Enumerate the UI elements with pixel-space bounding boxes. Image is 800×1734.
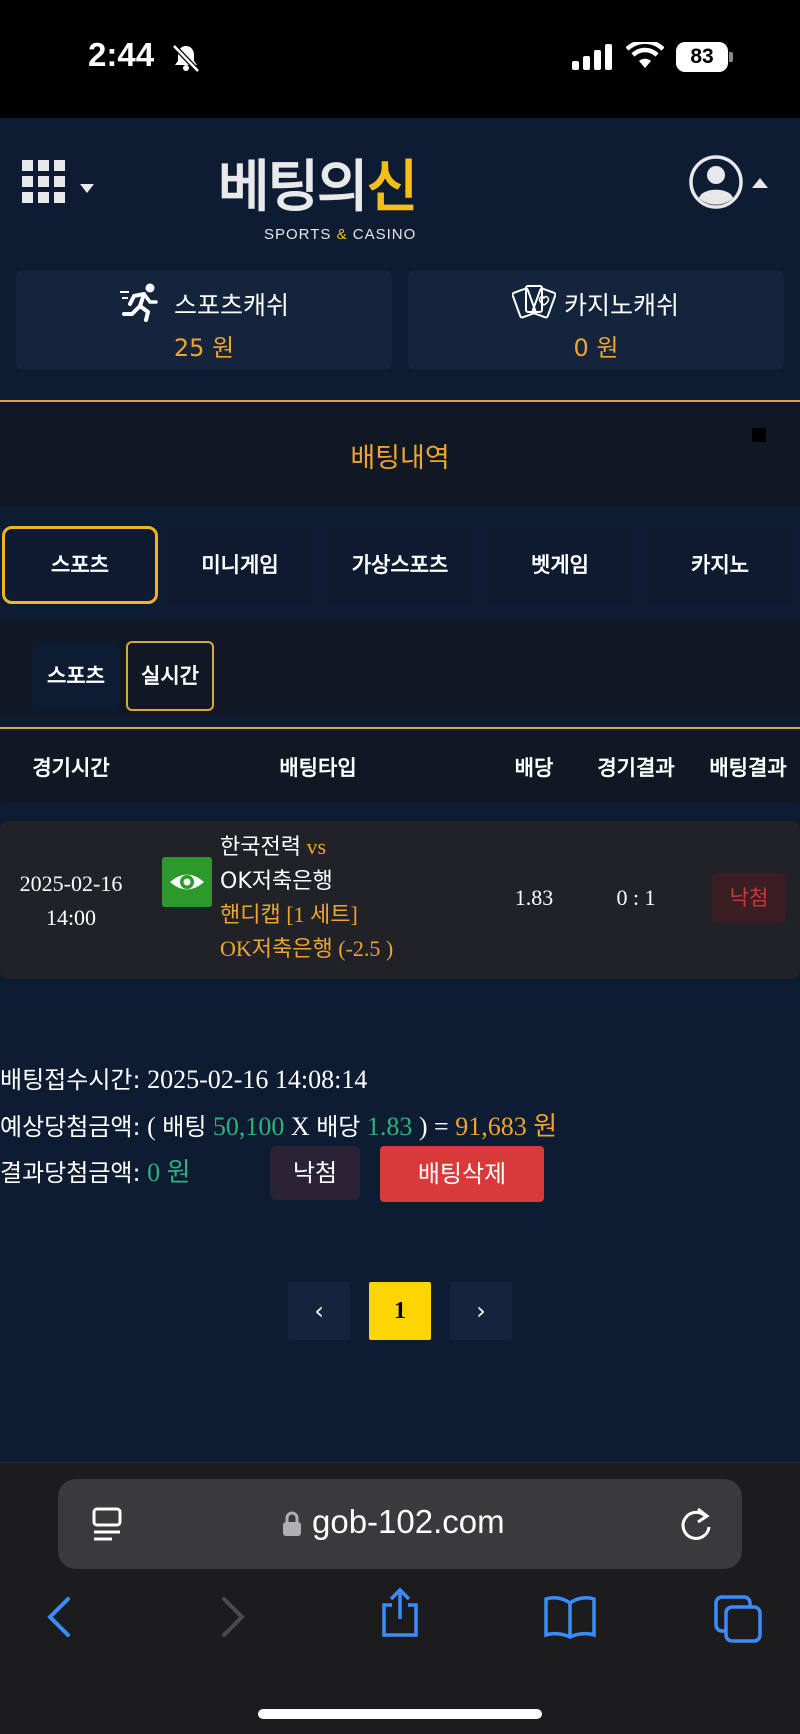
chevron-down-icon[interactable] <box>80 184 94 193</box>
battery-indicator: 83 <box>676 42 728 72</box>
subtab-sports[interactable]: 스포츠 <box>32 641 120 711</box>
bet-teams: 한국전력 vs <box>220 834 327 860</box>
title-bar: 배팅내역 <box>0 402 800 506</box>
casino-cash-box: 카지노캐쉬 0 원 <box>408 270 784 370</box>
share-icon[interactable] <box>378 1587 422 1639</box>
reader-icon[interactable] <box>92 1507 126 1543</box>
row-score: 0 : 1 <box>616 885 656 910</box>
lose-button[interactable]: 낙첨 <box>270 1146 360 1200</box>
page-title: 배팅내역 <box>350 443 450 474</box>
bet-time-line: 배팅접수시간: 2025-02-16 14:08:14 <box>0 1065 368 1094</box>
col-header-match-time: 경기시간 <box>32 756 110 780</box>
playing-cards-icon <box>512 285 556 319</box>
table-row: 2025-02-16 14:00 한국전력 vs OK저축은행 핸디캡 [1 세… <box>0 821 800 979</box>
col-header-odds: 배당 <box>514 756 554 780</box>
eye-icon[interactable] <box>162 857 212 907</box>
logo-wordmark: 베팅의신 <box>218 155 418 220</box>
apps-grid-icon[interactable] <box>22 160 66 204</box>
bet-away-team: OK저축은행 <box>220 869 333 894</box>
tab-virtual-sports[interactable]: 가상스포츠 <box>322 526 478 604</box>
tabs-icon[interactable] <box>714 1595 762 1643</box>
forward-icon[interactable] <box>218 1595 248 1639</box>
current-page[interactable]: 1 <box>369 1282 431 1340</box>
logo-tagline: SPORTS & CASINO <box>264 226 417 243</box>
wifi-icon <box>626 42 664 68</box>
user-avatar-icon[interactable] <box>688 154 744 210</box>
prev-page-button[interactable]: ‹ <box>288 1282 350 1340</box>
browser-toolbar: gob-102.com <box>0 1462 800 1734</box>
col-header-bet-type: 배팅타입 <box>279 756 357 780</box>
casino-cash-label: 카지노캐쉬 <box>564 291 680 320</box>
next-page-button[interactable]: › <box>450 1282 512 1340</box>
col-header-bet-result: 배팅결과 <box>709 756 787 780</box>
col-header-match-result: 경기결과 <box>597 756 675 780</box>
status-bar: 2:44 83 <box>0 0 800 118</box>
home-indicator <box>258 1709 542 1719</box>
casino-cash-value: 0 원 <box>573 334 619 362</box>
chevron-up-icon[interactable] <box>752 178 768 188</box>
expected-win-line: 예상당첨금액: ( 배팅 50,100 X 배당 1.83 ) = 91,683… <box>0 1112 558 1141</box>
bet-market: 핸디캡 [1 세트] <box>220 902 358 927</box>
category-tabs: 스포츠 미니게임 가상스포츠 벳게임 카지노 <box>0 526 800 606</box>
page-content: 베팅의신 SPORTS & CASINO 스포츠캐쉬 25 원 카지노캐쉬 0 … <box>0 118 800 1462</box>
tab-sports[interactable]: 스포츠 <box>2 526 158 604</box>
status-time: 2:44 <box>88 36 155 73</box>
sports-cash-label: 스포츠캐쉬 <box>174 291 290 320</box>
row-date: 2025-02-16 <box>19 871 123 896</box>
back-icon[interactable] <box>44 1595 74 1639</box>
cellular-signal-icon <box>572 44 612 70</box>
running-person-icon <box>120 283 158 322</box>
bookmarks-icon[interactable] <box>544 1595 596 1639</box>
delete-bet-button[interactable]: 배팅삭제 <box>380 1146 544 1202</box>
site-header: 베팅의신 SPORTS & CASINO <box>0 118 800 266</box>
address-bar[interactable]: gob-102.com <box>58 1479 742 1569</box>
table-header: 경기시간 배팅타입 배당 경기결과 배팅결과 <box>0 730 800 802</box>
sports-cash-box: 스포츠캐쉬 25 원 <box>16 270 392 370</box>
lock-icon <box>283 1511 301 1536</box>
status-badge: 낙첨 <box>712 873 786 923</box>
site-logo[interactable]: 베팅의신 SPORTS & CASINO <box>218 142 488 258</box>
divider <box>0 727 800 729</box>
bell-muted-icon <box>172 44 200 73</box>
result-win-line: 결과당첨금액: 0 원 <box>0 1158 191 1187</box>
subtab-panel: 스포츠 실시간 <box>0 621 800 717</box>
tab-betgame[interactable]: 벳게임 <box>482 526 638 604</box>
reload-icon[interactable] <box>680 1505 714 1543</box>
sports-cash-value: 25 원 <box>173 334 235 362</box>
row-time: 14:00 <box>45 905 97 930</box>
row-odds: 1.83 <box>514 885 554 910</box>
bet-pick: OK저축은행 (-2.5 ) <box>220 936 394 961</box>
tab-minigame[interactable]: 미니게임 <box>162 526 318 604</box>
url-text: gob-102.com <box>312 1503 505 1540</box>
menu-square-icon[interactable] <box>752 428 766 442</box>
tab-casino[interactable]: 카지노 <box>642 526 798 604</box>
subtab-live[interactable]: 실시간 <box>126 641 214 711</box>
battery-tip <box>729 52 733 62</box>
